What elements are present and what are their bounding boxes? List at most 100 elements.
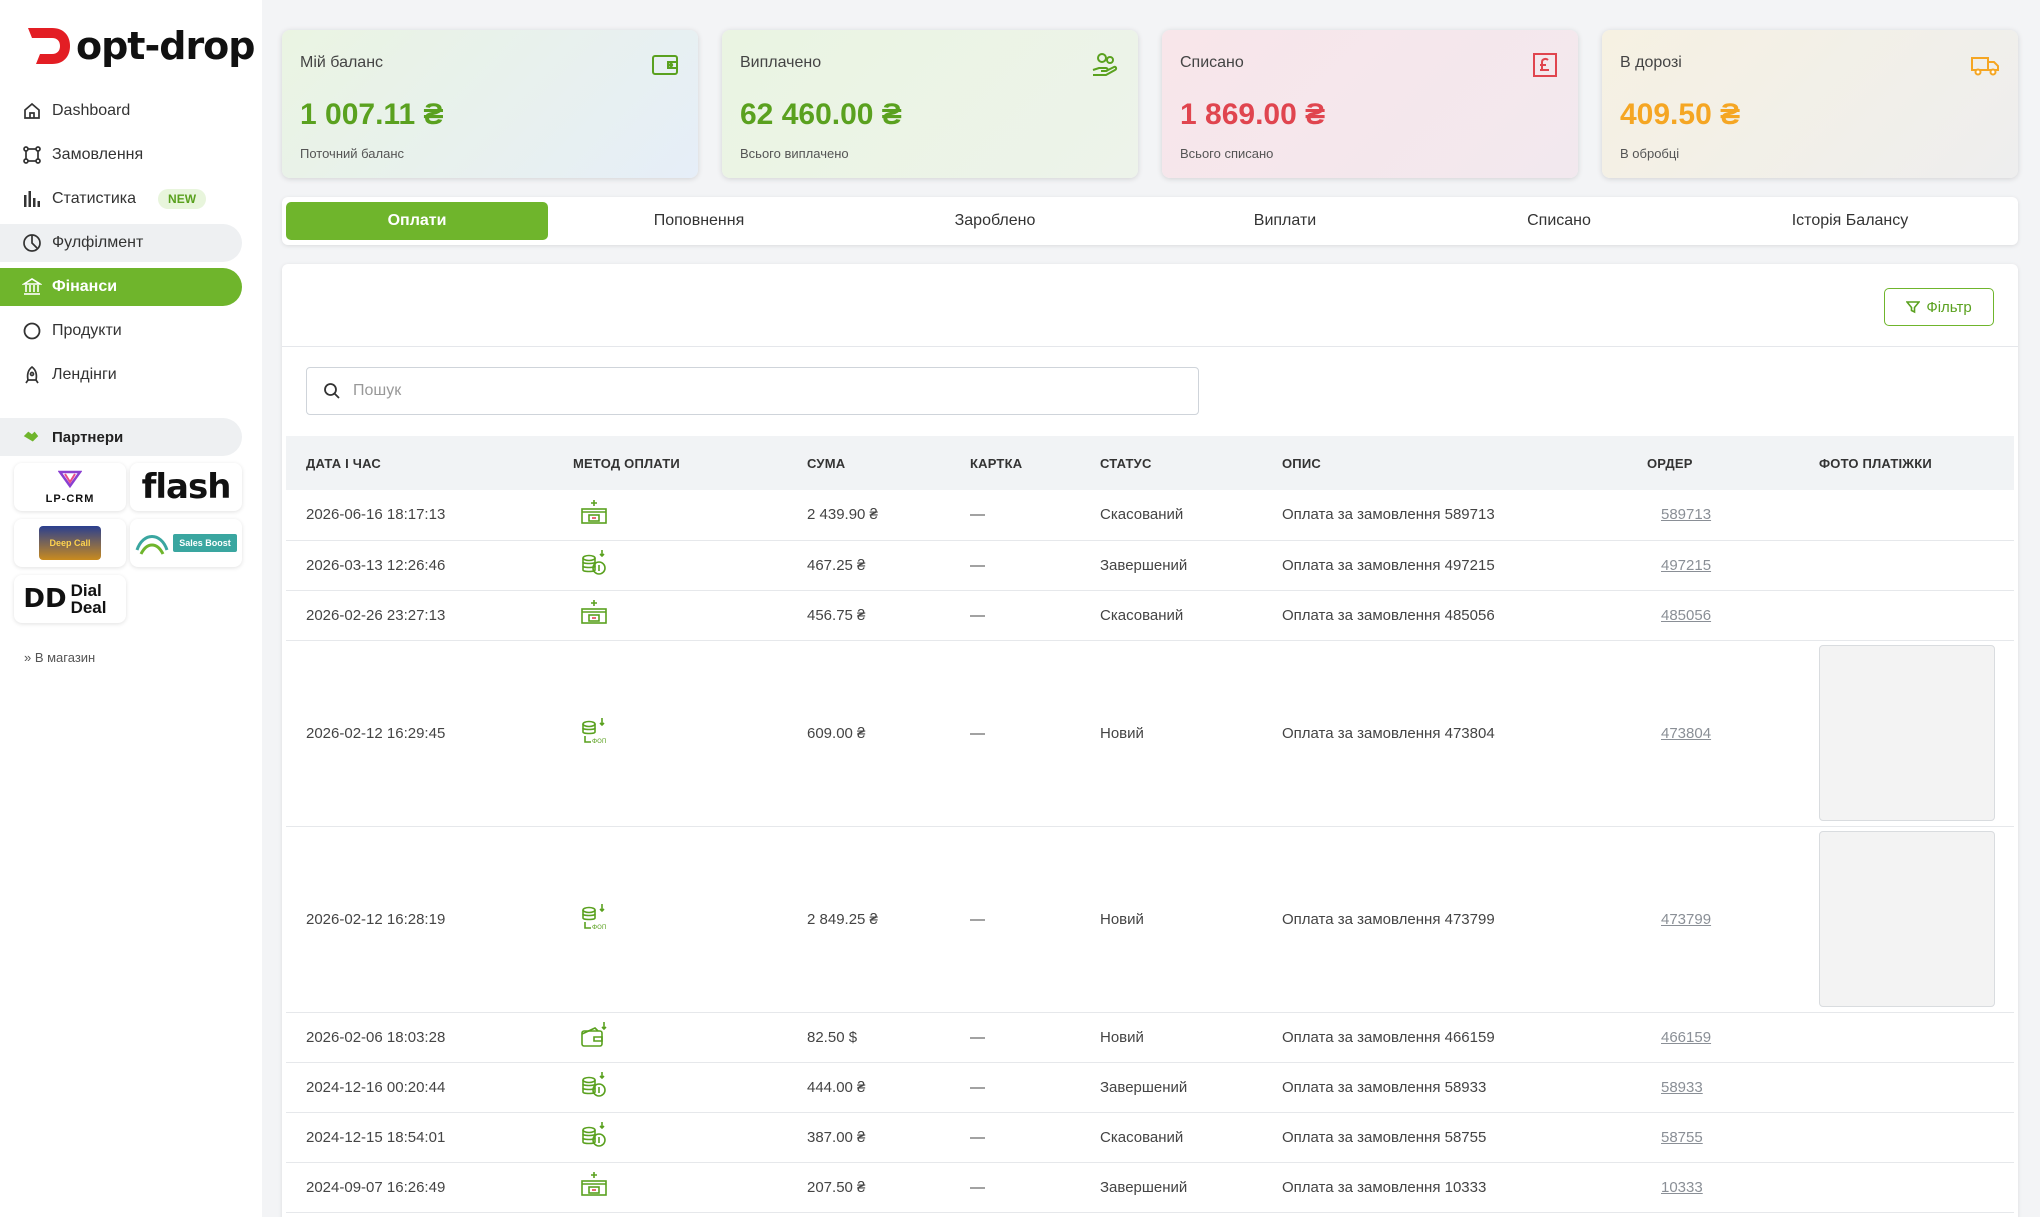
partner-flash[interactable]: flash [130, 463, 242, 511]
rocket-icon [22, 365, 42, 385]
row-card: — [950, 1112, 1080, 1163]
to-shop-link[interactable]: » В магазин [24, 650, 95, 665]
card-subtitle: Всього виплачено [740, 146, 849, 161]
partner-dial-deal[interactable]: DD Dial Deal [14, 575, 126, 623]
row-sum: 467.25 ₴ [787, 540, 950, 591]
row-date: 2026-03-13 12:26:46 [286, 540, 553, 591]
sidebar-item-orders[interactable]: Замовлення [0, 136, 242, 174]
row-description: Оплата за замовлення 473804 [1262, 640, 1627, 827]
row-status: Скасований [1080, 590, 1262, 641]
col-payment-photo[interactable]: ФОТО ПЛАТІЖКИ [1799, 436, 2014, 490]
order-link[interactable]: 10333 [1661, 1179, 1703, 1196]
search-input[interactable] [353, 382, 1153, 400]
sales-boost-mark-icon [135, 535, 169, 555]
row-method: ФОП [553, 640, 787, 827]
row-photo [1799, 1112, 2014, 1163]
partner-lp-crm[interactable]: LP-CRM [14, 463, 126, 511]
col-method[interactable]: МЕТОД ОПЛАТИ [553, 436, 787, 490]
row-status: Скасований [1080, 490, 1262, 541]
sidebar-item-label: Фінанси [52, 278, 118, 295]
tab-top-ups[interactable]: Поповнення [548, 202, 850, 240]
tab-payments[interactable]: Оплати [286, 202, 548, 240]
card-title: Списано [1180, 54, 1244, 71]
sidebar-item-products[interactable]: Продукти [0, 312, 242, 350]
partners-label: Партнери [52, 428, 124, 446]
wallet-icon [579, 1020, 609, 1050]
table-row[interactable]: 2026-03-13 12:26:46 467.25 ₴ — Завершений Оп… [286, 540, 2014, 591]
order-link[interactable]: 485056 [1661, 607, 1711, 624]
lp-crm-text: LP-CRM [45, 492, 95, 505]
wallet-icon [652, 55, 678, 75]
table-row[interactable]: 2024-12-15 18:54:01 387.00 ₴ — Скасований Оп… [286, 1112, 2014, 1163]
table-row[interactable]: 2024-09-07 16:26:49 207.50 ₴ — Завершений Оп… [286, 1162, 2014, 1213]
sidebar-item-statistics[interactable]: Статистика NEW [0, 180, 242, 218]
row-order: 485056 [1627, 590, 1799, 641]
payment-photo-thumbnail[interactable] [1819, 831, 1995, 1007]
col-date[interactable]: ДАТА І ЧАС [286, 436, 553, 490]
payments-panel: Фільтр ДАТА І ЧАС МЕТОД ОПЛАТИ СУМА КАРТ… [282, 264, 2018, 1217]
col-sum[interactable]: СУМА [787, 436, 950, 490]
row-date: 2026-02-12 16:28:19 [286, 826, 553, 1013]
payment-photo-thumbnail[interactable] [1819, 645, 1995, 821]
handshake-icon [23, 431, 39, 442]
tab-balance-history[interactable]: Історія Балансу [1688, 202, 2012, 240]
row-photo [1799, 640, 2014, 827]
finance-tabs: Оплати Поповнення Зароблено Виплати Спис… [282, 197, 2018, 245]
row-photo [1799, 540, 2014, 591]
sidebar-item-dashboard[interactable]: Dashboard [0, 92, 242, 130]
row-card: — [950, 490, 1080, 541]
sidebar-item-label: Замовлення [52, 146, 144, 163]
partners-header: Партнери [0, 418, 242, 456]
logo[interactable]: opt-drop [26, 22, 255, 70]
order-link[interactable]: 466159 [1661, 1029, 1711, 1046]
opt-drop-logo-icon [28, 28, 70, 64]
sidebar-item-landings[interactable]: Лендінги [0, 356, 242, 394]
order-link[interactable]: 497215 [1661, 557, 1711, 574]
order-link[interactable]: 58755 [1661, 1129, 1703, 1146]
row-sum: 609.00 ₴ [787, 640, 950, 827]
table-row[interactable]: 2026-02-12 16:29:45 ФОП 609.00 ₴ — Новий Опла… [286, 640, 2014, 827]
sales-boost-logo: Sales Boost [135, 528, 237, 558]
tab-written-off[interactable]: Списано [1430, 202, 1688, 240]
order-link[interactable]: 58933 [1661, 1079, 1703, 1096]
filter-icon [1906, 301, 1921, 314]
table-row[interactable]: 2026-02-06 18:03:28 82.50 $ — Новий Оплата з… [286, 1012, 2014, 1063]
table-row[interactable]: 2026-02-12 16:28:19 ФОП 2 849.25 ₴ — Новий Оп… [286, 826, 2014, 1013]
home-icon [22, 101, 42, 121]
order-link[interactable]: 589713 [1661, 506, 1711, 523]
row-description: Оплата за замовлення 589713 [1262, 490, 1627, 541]
tab-earned[interactable]: Зароблено [850, 202, 1140, 240]
table-row[interactable]: 2024-12-16 00:20:44 444.00 ₴ — Завершений Оп… [286, 1062, 2014, 1113]
order-link[interactable]: 473804 [1661, 725, 1711, 742]
in-transit-card: В дорозі 409.50 ₴ В обробці [1602, 30, 2018, 178]
sidebar-item-label: Статистика [52, 190, 137, 207]
row-sum: 207.50 ₴ [787, 1162, 950, 1213]
col-card[interactable]: КАРТКА [950, 436, 1080, 490]
col-description[interactable]: ОПИС [1262, 436, 1627, 490]
fop-icon: ФОП [579, 902, 609, 932]
row-status: Новий [1080, 1012, 1262, 1063]
col-status[interactable]: СТАТУС [1080, 436, 1262, 490]
truck-icon [1971, 57, 1999, 76]
partner-deep-call[interactable]: Deep Call [14, 519, 126, 567]
row-method [553, 1162, 787, 1213]
written-off-card: Списано 1 869.00 ₴ Всього списано [1162, 30, 1578, 178]
tab-payouts[interactable]: Виплати [1140, 202, 1430, 240]
filter-label: Фільтр [1926, 298, 1972, 316]
table-row[interactable]: 2026-02-26 23:27:13 456.75 ₴ — Скасований Оп… [286, 590, 2014, 641]
sidebar-item-finance[interactable]: Фінанси [0, 268, 242, 306]
col-order[interactable]: ОРДЕР [1627, 436, 1799, 490]
search-box[interactable] [306, 367, 1199, 415]
row-description: Оплата за замовлення 473799 [1262, 826, 1627, 1013]
row-date: 2024-09-07 16:26:49 [286, 1162, 553, 1213]
row-card: — [950, 590, 1080, 641]
row-photo [1799, 1012, 2014, 1063]
sidebar-item-fulfillment[interactable]: Фулфілмент [0, 224, 242, 262]
table-row[interactable]: 2026-06-16 18:17:13 2 439.90 ₴ — Скасований… [286, 490, 2014, 541]
row-sum: 456.75 ₴ [787, 590, 950, 641]
card-title: Мій баланс [300, 54, 384, 71]
order-link[interactable]: 473799 [1661, 911, 1711, 928]
row-order: 466159 [1627, 1012, 1799, 1063]
filter-button[interactable]: Фільтр [1884, 288, 1994, 326]
partner-sales-boost[interactable]: Sales Boost [130, 519, 242, 567]
